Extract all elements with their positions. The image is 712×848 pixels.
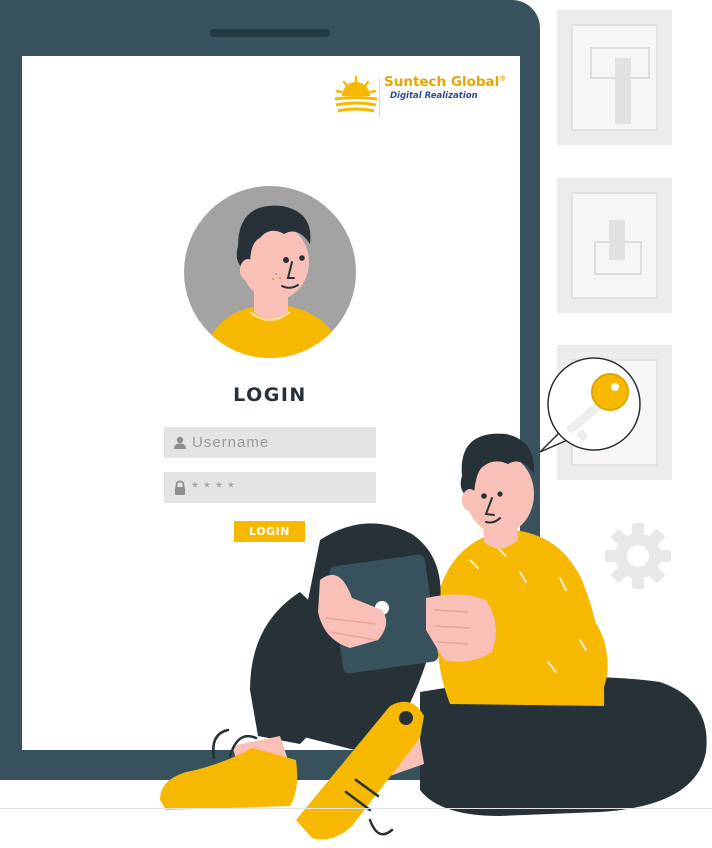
login-illustration: Suntech Global® Digital Realization LOGI… xyxy=(0,0,712,848)
floor-line xyxy=(0,808,712,809)
avatar xyxy=(184,186,356,358)
brand-logo: Suntech Global® Digital Realization xyxy=(334,74,514,118)
panel-lever-down-graphic xyxy=(594,220,642,275)
character-illustration xyxy=(160,433,707,840)
brand-name: Suntech Global® xyxy=(384,74,507,90)
sun-logo-icon xyxy=(334,76,378,113)
login-title: LOGIN xyxy=(233,384,307,406)
side-panel-top xyxy=(557,10,672,145)
brand-divider xyxy=(379,78,380,118)
tablet-speaker xyxy=(210,29,330,37)
registered-mark: ® xyxy=(499,74,507,83)
side-panel-middle xyxy=(557,178,672,313)
brand-tagline: Digital Realization xyxy=(390,91,478,101)
panel-lever-up-graphic xyxy=(590,47,650,124)
